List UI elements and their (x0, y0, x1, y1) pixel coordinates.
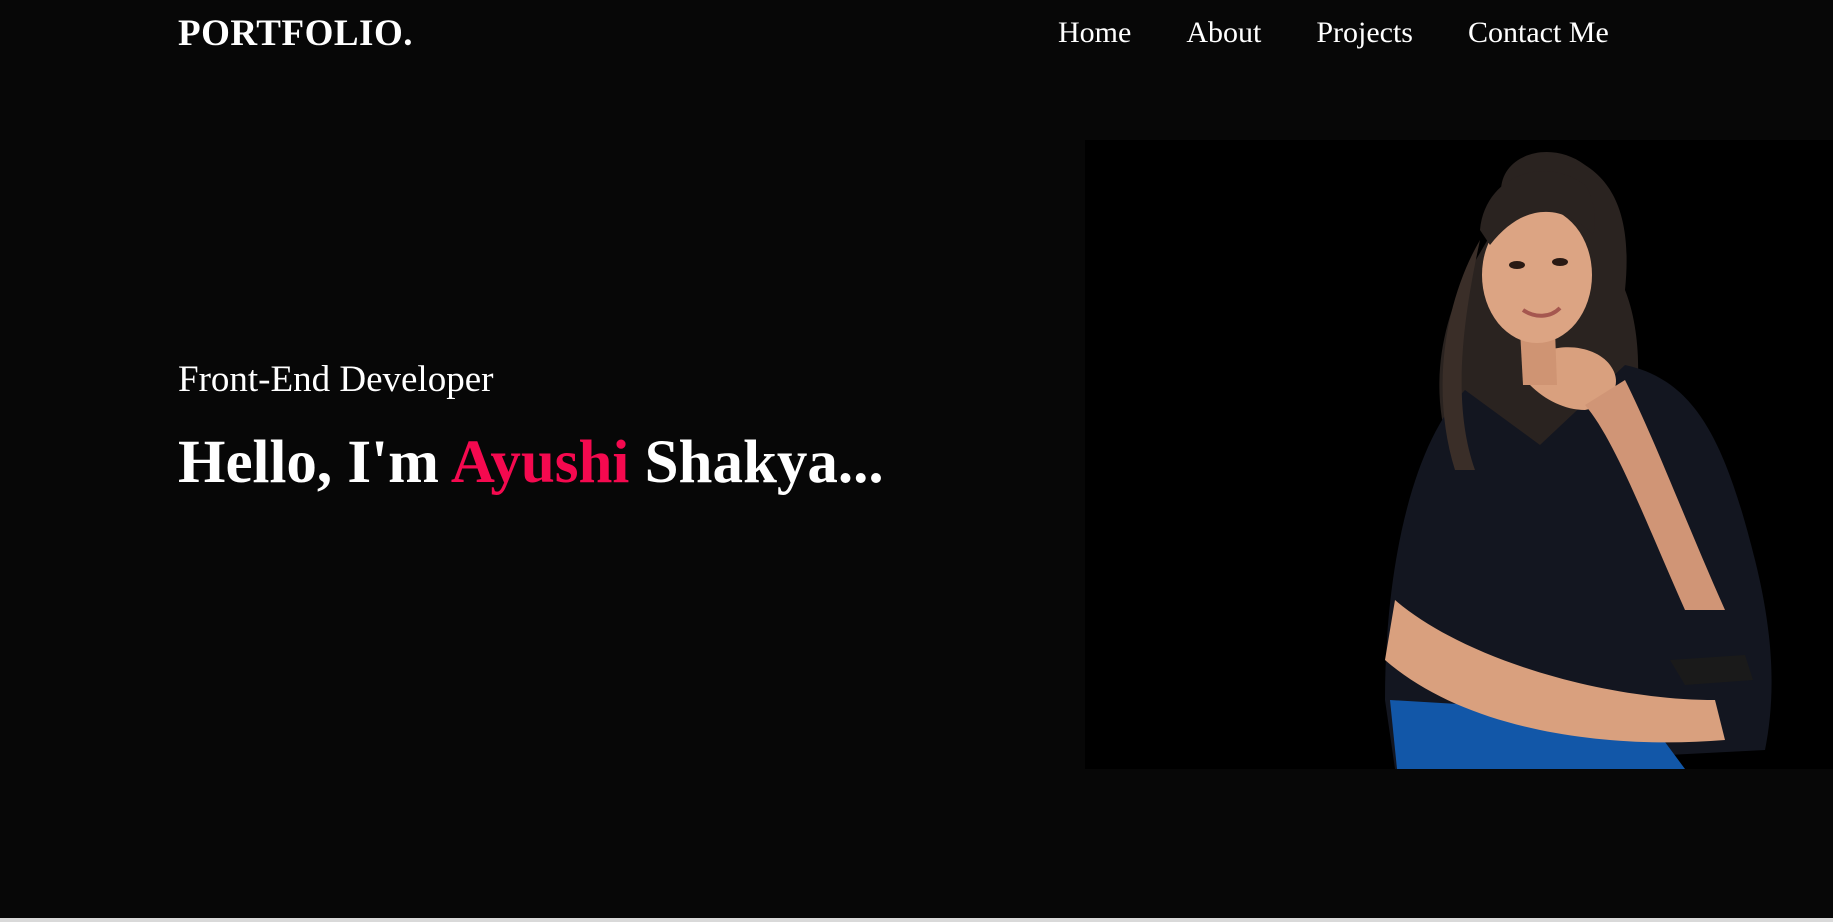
nav-home-link[interactable]: Home (1058, 14, 1131, 52)
nav-contact-link[interactable]: Contact Me (1468, 14, 1609, 52)
main-nav: Home About Projects Contact Me (1058, 14, 1609, 52)
page-bottom-border (0, 918, 1833, 922)
site-logo[interactable]: PORTFOLIO. (178, 12, 413, 56)
profile-photo (1085, 140, 1833, 769)
hero-subtitle: Front-End Developer (178, 359, 494, 400)
portrait-photo-icon (1085, 140, 1833, 769)
portfolio-page: PORTFOLIO. Home About Projects Contact M… (0, 0, 1833, 922)
hero-headline: Hello, I'm Ayushi Shakya... (178, 427, 884, 499)
last-name-text: Shakya... (629, 429, 884, 496)
nav-projects-link[interactable]: Projects (1316, 14, 1413, 52)
nav-about-link[interactable]: About (1186, 14, 1261, 52)
greeting-text: Hello, I'm (178, 429, 451, 496)
first-name-text: Ayushi (450, 429, 630, 496)
